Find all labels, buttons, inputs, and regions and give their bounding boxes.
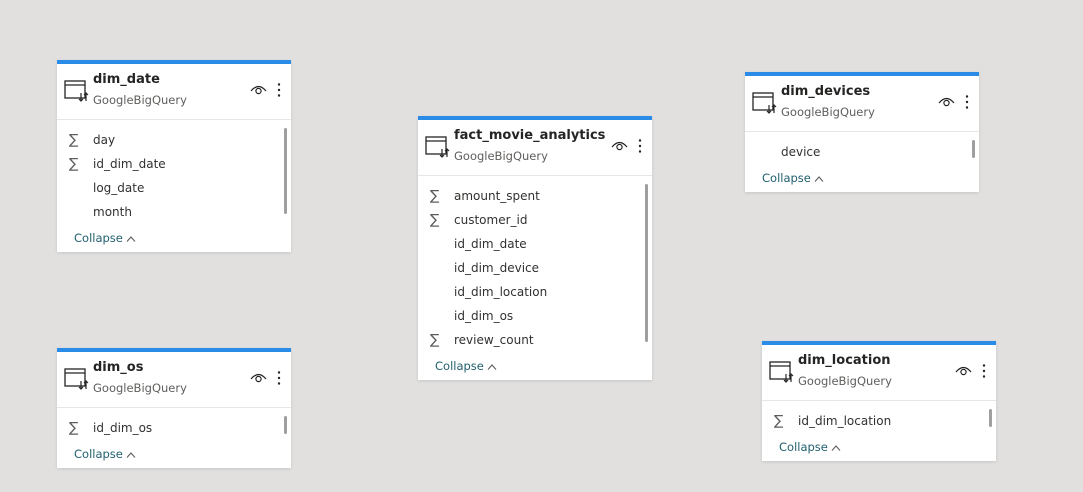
field-name: id_dim_os: [93, 421, 153, 435]
sigma-icon: ∑: [69, 420, 79, 436]
scrollbar[interactable]: [284, 416, 287, 434]
table-icon: [425, 136, 450, 158]
field-list: ∑ id_dim_os: [57, 416, 291, 440]
field-name: id_dim_os: [454, 309, 514, 323]
table-icon: [752, 92, 777, 114]
table-title: dim_date: [93, 72, 160, 87]
table-icon: [769, 361, 794, 383]
field-name: customer_id: [454, 213, 528, 227]
sigma-icon: ∑: [69, 132, 79, 148]
field-amount-spent[interactable]: ∑ amount_spent: [418, 184, 652, 208]
field-id-dim-location[interactable]: id_dim_location: [418, 280, 652, 304]
field-log-date[interactable]: log_date: [57, 176, 291, 200]
collapse-label: Collapse: [74, 231, 123, 245]
field-list: ∑ id_dim_location: [762, 409, 996, 433]
eye-icon[interactable]: [611, 140, 628, 152]
field-review-count[interactable]: ∑ review_count: [418, 328, 652, 352]
field-id-dim-os[interactable]: id_dim_os: [418, 304, 652, 328]
collapse-label: Collapse: [435, 359, 484, 373]
field-id-dim-os[interactable]: ∑ id_dim_os: [57, 416, 291, 440]
table-card-fact-movie-analytics[interactable]: fact_movie_analytics GoogleBigQuery ∑ amo…: [418, 116, 652, 380]
chevron-up-icon: [487, 363, 497, 370]
eye-icon[interactable]: [250, 84, 267, 96]
collapse-button[interactable]: Collapse: [762, 433, 996, 461]
field-name: review_count: [454, 333, 534, 347]
collapse-button[interactable]: Collapse: [57, 224, 291, 252]
table-card-header[interactable]: dim_date GoogleBigQuery: [57, 64, 291, 120]
collapse-label: Collapse: [762, 171, 811, 185]
chevron-up-icon: [126, 235, 136, 242]
table-card-dim-devices[interactable]: dim_devices GoogleBigQuery device Collap…: [745, 72, 979, 192]
collapse-button[interactable]: Collapse: [418, 352, 652, 380]
table-title: dim_devices: [781, 84, 871, 99]
table-card-dim-os[interactable]: dim_os GoogleBigQuery ∑ id_dim_os Collaps…: [57, 348, 291, 468]
scrollbar[interactable]: [645, 184, 648, 342]
field-name: device: [781, 145, 821, 159]
field-name: month: [93, 205, 132, 219]
field-day[interactable]: ∑ day: [57, 128, 291, 152]
table-icon: [64, 368, 89, 390]
scrollbar[interactable]: [284, 128, 287, 214]
field-name: id_dim_date: [93, 157, 166, 171]
eye-icon[interactable]: [250, 372, 267, 384]
table-icon: [64, 80, 89, 102]
field-name: day: [93, 133, 116, 147]
collapse-button[interactable]: Collapse: [745, 164, 979, 192]
more-options-icon[interactable]: [637, 138, 643, 154]
scrollbar[interactable]: [972, 140, 975, 158]
field-id-dim-device[interactable]: id_dim_device: [418, 256, 652, 280]
field-name: id_dim_location: [454, 285, 548, 299]
field-customer-id[interactable]: ∑ customer_id: [418, 208, 652, 232]
scrollbar[interactable]: [989, 409, 992, 427]
table-source: GoogleBigQuery: [93, 381, 187, 395]
table-card-dim-date[interactable]: dim_date GoogleBigQuery ∑ day ∑ id_dim_dat…: [57, 60, 291, 252]
table-card-header[interactable]: dim_location GoogleBigQuery: [762, 345, 996, 401]
field-name: id_dim_location: [798, 414, 892, 428]
sigma-icon: ∑: [69, 156, 79, 172]
field-device[interactable]: device: [745, 140, 979, 164]
table-card-header[interactable]: dim_os GoogleBigQuery: [57, 352, 291, 408]
field-list: ∑ day ∑ id_dim_date log_date month: [57, 128, 291, 224]
table-source: GoogleBigQuery: [93, 93, 187, 107]
table-card-header[interactable]: fact_movie_analytics GoogleBigQuery: [418, 120, 652, 176]
chevron-up-icon: [831, 444, 841, 451]
field-month[interactable]: month: [57, 200, 291, 224]
eye-icon[interactable]: [938, 96, 955, 108]
eye-icon[interactable]: [955, 365, 972, 377]
table-source: GoogleBigQuery: [454, 149, 548, 163]
more-options-icon[interactable]: [964, 94, 970, 110]
chevron-up-icon: [814, 175, 824, 182]
field-list: device: [745, 140, 979, 164]
field-name: amount_spent: [454, 189, 540, 203]
sigma-icon: ∑: [430, 212, 440, 228]
table-source: GoogleBigQuery: [781, 105, 875, 119]
table-title: dim_os: [93, 360, 144, 375]
field-name: log_date: [93, 181, 145, 195]
table-title: fact_movie_analytics: [454, 128, 606, 143]
table-source: GoogleBigQuery: [798, 374, 892, 388]
sigma-icon: ∑: [774, 413, 784, 429]
more-options-icon[interactable]: [981, 363, 987, 379]
table-card-dim-location[interactable]: dim_location GoogleBigQuery ∑ id_dim_loca…: [762, 341, 996, 461]
field-list: ∑ amount_spent ∑ customer_id id_dim_date i…: [418, 184, 652, 352]
field-name: id_dim_date: [454, 237, 527, 251]
sigma-icon: ∑: [430, 332, 440, 348]
collapse-button[interactable]: Collapse: [57, 440, 291, 468]
more-options-icon[interactable]: [276, 82, 282, 98]
chevron-up-icon: [126, 451, 136, 458]
table-card-header[interactable]: dim_devices GoogleBigQuery: [745, 76, 979, 132]
collapse-label: Collapse: [74, 447, 123, 461]
field-id-dim-date[interactable]: id_dim_date: [418, 232, 652, 256]
field-id-dim-location[interactable]: ∑ id_dim_location: [762, 409, 996, 433]
field-name: id_dim_device: [454, 261, 540, 275]
field-id-dim-date[interactable]: ∑ id_dim_date: [57, 152, 291, 176]
sigma-icon: ∑: [430, 188, 440, 204]
table-title: dim_location: [798, 353, 891, 368]
more-options-icon[interactable]: [276, 370, 282, 386]
collapse-label: Collapse: [779, 440, 828, 454]
